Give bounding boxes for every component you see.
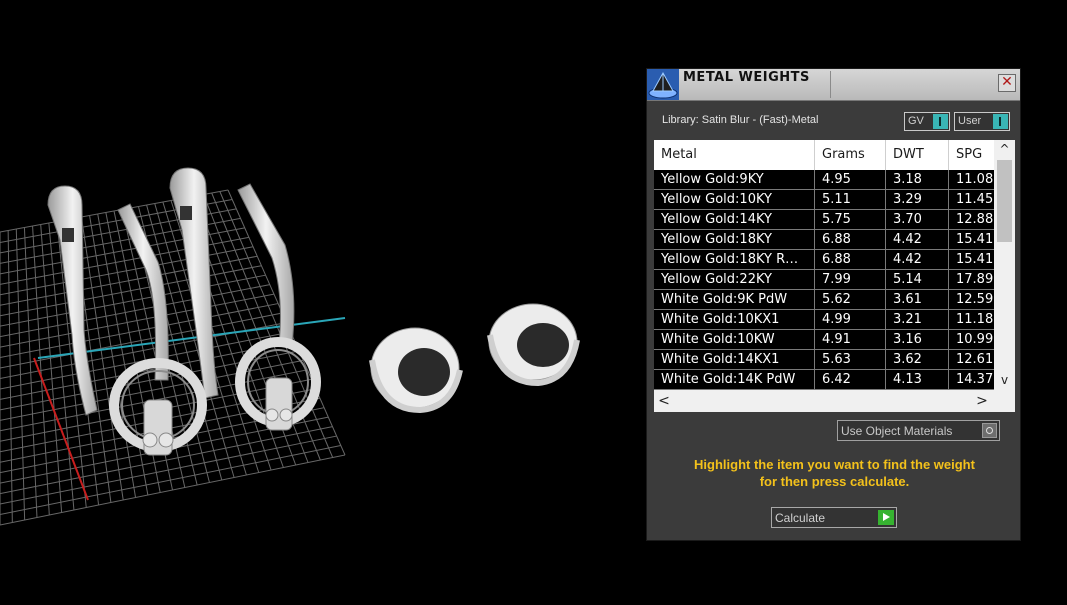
column-header-dwt[interactable]: DWT	[886, 140, 949, 170]
close-button[interactable]: ✕	[998, 74, 1016, 92]
cell-metal: Yellow Gold:22KY	[654, 270, 815, 290]
cell-spg: 11.45	[949, 190, 994, 210]
vertical-scroll-thumb[interactable]	[997, 160, 1012, 242]
grid-line	[0, 454, 346, 526]
cell-spg: 17.89	[949, 270, 994, 290]
table-header: Metal Grams DWT SPG	[654, 140, 994, 170]
cell-dwt: 3.62	[886, 350, 949, 370]
cell-grams: 7.99	[815, 270, 886, 290]
cell-dwt: 3.29	[886, 190, 949, 210]
cell-spg: 11.08	[949, 170, 994, 190]
instruction-line-2: for then press calculate.	[759, 474, 910, 489]
table-row[interactable]: White Gold:14KX1 5.63 3.62 12.61	[654, 350, 994, 370]
cell-metal: Yellow Gold:18KY	[654, 230, 815, 250]
cell-metal: White Gold:10KX1	[654, 310, 815, 330]
gv-toggle-label: GV	[908, 115, 924, 127]
ground-grid	[0, 189, 346, 526]
column-header-grams[interactable]: Grams	[815, 140, 886, 170]
column-header-metal[interactable]: Metal	[654, 140, 815, 170]
toggle-circle-icon[interactable]	[982, 423, 997, 438]
calculate-button-label: Calculate	[775, 511, 826, 525]
close-icon: ✕	[1001, 74, 1013, 90]
library-label: Library: Satin Blur - (Fast)-Metal	[662, 114, 819, 126]
cell-grams: 5.11	[815, 190, 886, 210]
3d-viewport[interactable]	[0, 0, 640, 605]
cell-spg: 11.18	[949, 310, 994, 330]
table-row[interactable]: Yellow Gold:22KY 7.99 5.14 17.89	[654, 270, 994, 290]
cell-metal: White Gold:10KW	[654, 330, 815, 350]
calculate-button[interactable]: Calculate	[771, 507, 897, 528]
cell-metal: Yellow Gold:18KY R…	[654, 250, 815, 270]
cell-spg: 12.88	[949, 210, 994, 230]
cell-metal: White Gold:9K PdW	[654, 290, 815, 310]
model-shank-arm-2	[237, 183, 295, 346]
panel-titlebar[interactable]: METAL WEIGHTS ✕	[647, 69, 1020, 101]
cell-grams: 6.88	[815, 230, 886, 250]
use-object-materials-toggle[interactable]: Use Object Materials	[837, 420, 1000, 441]
cell-metal: White Gold:14KX1	[654, 350, 815, 370]
cell-dwt: 3.70	[886, 210, 949, 230]
table-row[interactable]: Yellow Gold:18KY 6.88 4.42 15.41	[654, 230, 994, 250]
cell-spg: 10.99	[949, 330, 994, 350]
cell-spg: 15.41	[949, 230, 994, 250]
table-row[interactable]: Yellow Gold:10KY 5.11 3.29 11.45	[654, 190, 994, 210]
column-header-spg[interactable]: SPG	[949, 140, 994, 170]
cell-grams: 4.99	[815, 310, 886, 330]
instruction-text: Highlight the item you want to find the …	[657, 456, 1012, 490]
table-body: Yellow Gold:9KY 4.95 3.18 11.08 Yellow G…	[654, 170, 994, 390]
cell-metal: Yellow Gold:14KY	[654, 210, 815, 230]
table-row[interactable]: White Gold:10KX1 4.99 3.21 11.18	[654, 310, 994, 330]
table-row[interactable]: Yellow Gold:14KY 5.75 3.70 12.88	[654, 210, 994, 230]
cell-dwt: 3.61	[886, 290, 949, 310]
table-row[interactable]: Yellow Gold:9KY 4.95 3.18 11.08	[654, 170, 994, 190]
user-toggle-switch-icon[interactable]	[993, 114, 1008, 129]
cell-dwt: 3.18	[886, 170, 949, 190]
cell-grams: 4.91	[815, 330, 886, 350]
scroll-up-icon[interactable]: ^	[994, 140, 1015, 158]
grid-line	[0, 445, 341, 516]
gv-toggle-switch-icon[interactable]	[933, 114, 948, 129]
cell-spg: 14.37	[949, 370, 994, 390]
cell-metal: White Gold:14K PdW	[654, 370, 815, 390]
metal-weights-panel: METAL WEIGHTS ✕ Library: Satin Blur - (F…	[646, 68, 1021, 541]
cell-grams: 4.95	[815, 170, 886, 190]
cell-dwt: 3.16	[886, 330, 949, 350]
cell-spg: 15.41	[949, 250, 994, 270]
cell-grams: 5.62	[815, 290, 886, 310]
play-icon[interactable]	[878, 510, 894, 525]
vertical-scrollbar[interactable]: ^ v	[994, 140, 1015, 390]
titlebar-divider	[830, 71, 831, 98]
instruction-line-1: Highlight the item you want to find the …	[694, 457, 975, 472]
scroll-down-icon[interactable]: v	[994, 371, 1015, 389]
cell-grams: 5.75	[815, 210, 886, 230]
cell-grams: 6.42	[815, 370, 886, 390]
cell-dwt: 4.13	[886, 370, 949, 390]
table-row[interactable]: White Gold:9K PdW 5.62 3.61 12.59	[654, 290, 994, 310]
scroll-right-icon[interactable]: >	[972, 390, 992, 412]
model-bezel-1	[369, 327, 463, 414]
gv-toggle[interactable]: GV	[904, 112, 950, 131]
cell-spg: 12.61	[949, 350, 994, 370]
table-row[interactable]: White Gold:14K PdW 6.42 4.13 14.37	[654, 370, 994, 390]
metal-table: Metal Grams DWT SPG Yellow Gold:9KY 4.95…	[654, 140, 1015, 412]
cell-grams: 5.63	[815, 350, 886, 370]
model-bezel-2	[487, 303, 580, 387]
cell-dwt: 3.21	[886, 310, 949, 330]
cell-metal: Yellow Gold:9KY	[654, 170, 815, 190]
cell-spg: 12.59	[949, 290, 994, 310]
table-row[interactable]: White Gold:10KW 4.91 3.16 10.99	[654, 330, 994, 350]
table-row[interactable]: Yellow Gold:18KY R… 6.88 4.42 15.41	[654, 250, 994, 270]
cell-dwt: 4.42	[886, 230, 949, 250]
cell-dwt: 5.14	[886, 270, 949, 290]
cell-dwt: 4.42	[886, 250, 949, 270]
user-toggle-label: User	[958, 115, 982, 127]
panel-title: METAL WEIGHTS	[683, 70, 810, 85]
cell-metal: Yellow Gold:10KY	[654, 190, 815, 210]
use-object-materials-label: Use Object Materials	[841, 424, 953, 438]
cell-grams: 6.88	[815, 250, 886, 270]
user-toggle[interactable]: User	[954, 112, 1010, 131]
app-logo-icon	[647, 69, 679, 100]
horizontal-scrollbar[interactable]: < >	[654, 390, 1015, 412]
scroll-left-icon[interactable]: <	[654, 390, 674, 412]
